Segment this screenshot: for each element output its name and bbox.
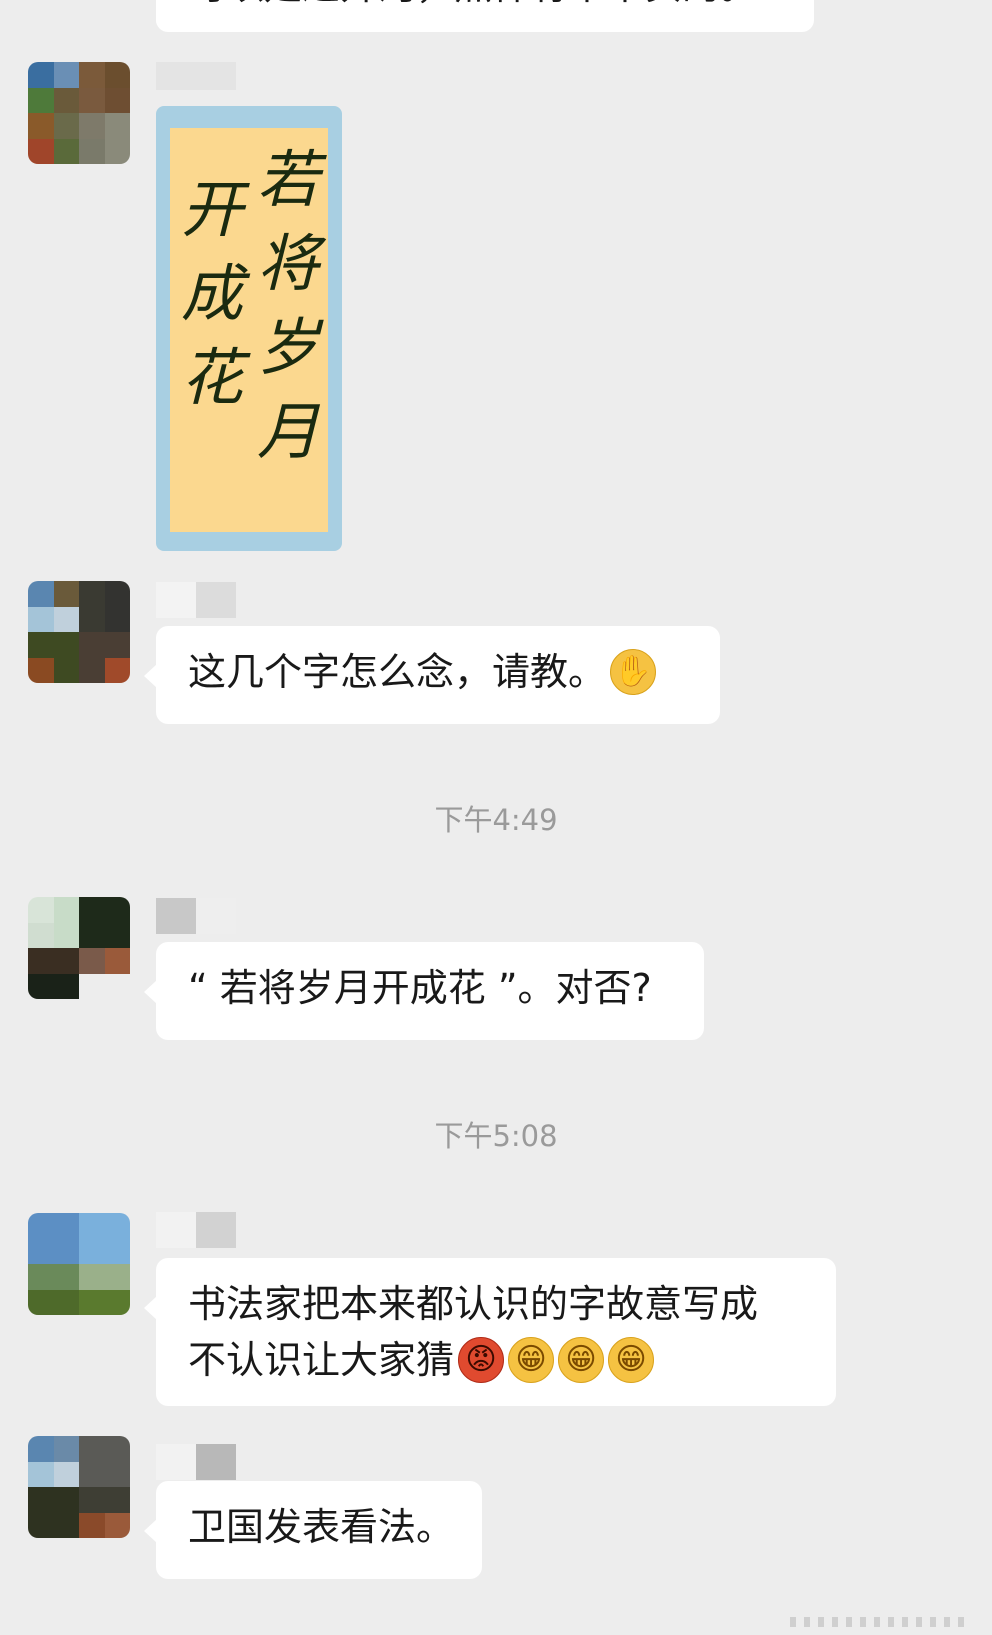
sender-name-blurred	[156, 582, 236, 618]
calligraphy-right-column: 若将岁月	[256, 143, 319, 468]
message-text: “ 若将岁月开成花 ”。对否?	[188, 966, 652, 1010]
home-indicator	[790, 1617, 970, 1627]
thinking-emoji-icon: ✋	[610, 648, 657, 695]
avatar[interactable]	[28, 1213, 130, 1315]
message-text-line-1: 书法家把本来都认识的字故意写成	[188, 1282, 759, 1326]
avatar[interactable]	[28, 1436, 130, 1538]
timestamp: 下午5:08	[434, 1119, 558, 1153]
message-bubble-top[interactable]: 可以延迟开河，照样有丰丰实的。	[156, 0, 814, 32]
angry-emoji-icon: 😡	[458, 1336, 505, 1383]
sender-name-blurred	[156, 898, 236, 934]
grin-emoji-icon: 😁	[608, 1336, 655, 1383]
grin-emoji-icon: 😁	[558, 1336, 605, 1383]
avatar[interactable]	[28, 581, 130, 683]
sender-name-blurred	[156, 1212, 236, 1248]
avatar[interactable]	[28, 62, 130, 164]
grin-emoji-icon: 😁	[508, 1336, 555, 1383]
message-bubble[interactable]: “ 若将岁月开成花 ”。对否?	[144, 942, 704, 1040]
message-bubble[interactable]: 卫国发表看法。	[144, 1481, 482, 1579]
message-text: 卫国发表看法。	[188, 1505, 455, 1549]
sender-name-blurred	[156, 62, 236, 98]
avatar[interactable]	[28, 897, 130, 999]
message-text: 这几个字怎么念，请教。	[188, 650, 607, 694]
message-bubble[interactable]: 书法家把本来都认识的字故意写成 不认识让大家猜 😡 😁 😁 😁	[144, 1258, 836, 1406]
message-bubble[interactable]: 这几个字怎么念，请教。 ✋	[144, 626, 720, 724]
calligraphy-left-column: 开成花	[180, 173, 243, 414]
image-watermark	[319, 518, 322, 528]
image-message[interactable]: 若将岁月 开成花	[156, 106, 342, 551]
message-text: 可以延迟开河，照样有丰丰实的。	[188, 0, 758, 8]
message-text-line-2: 不认识让大家猜	[188, 1338, 455, 1382]
calligraphy-image: 若将岁月 开成花	[170, 128, 328, 532]
sender-name-blurred	[156, 1444, 236, 1480]
timestamp: 下午4:49	[434, 803, 558, 837]
